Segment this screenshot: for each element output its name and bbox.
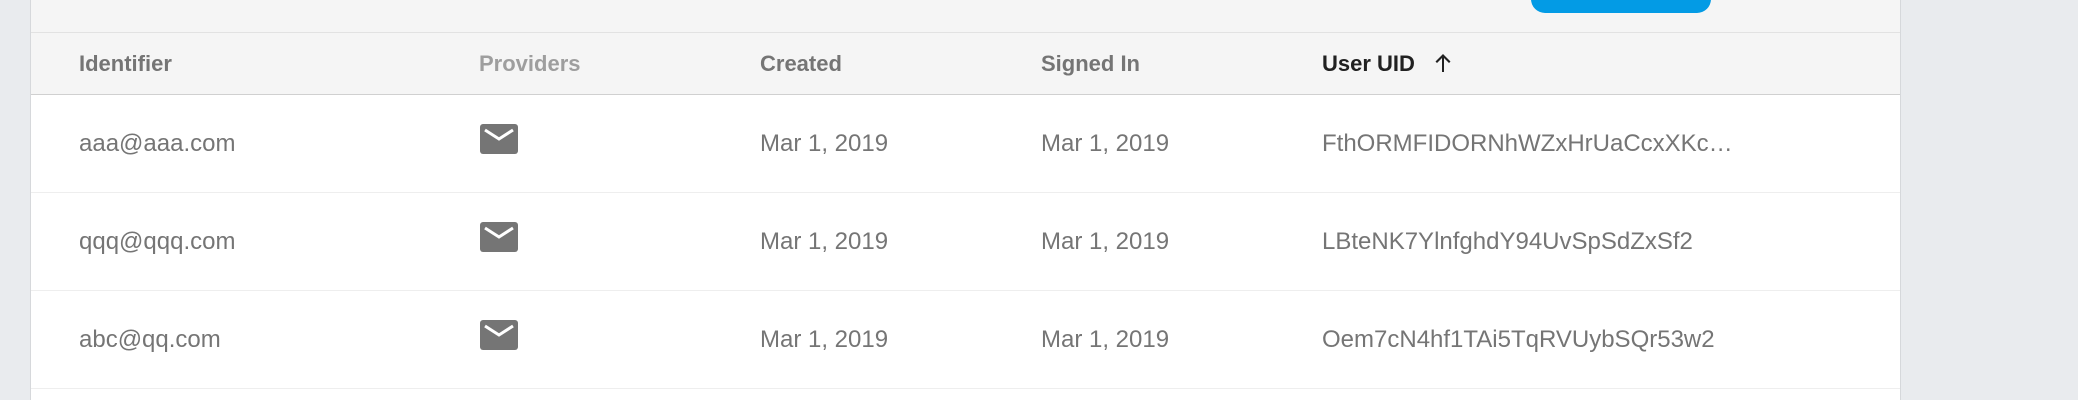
column-header-user-uid[interactable]: User UID — [1322, 33, 1455, 94]
created-cell: Mar 1, 2019 — [760, 228, 889, 255]
column-header-label: Signed In — [1041, 51, 1140, 76]
table-row[interactable]: abc@qq.com Mar 1, 2019 Mar 1, 2019 Oem7c… — [31, 291, 1900, 389]
table-row[interactable]: aaa@aaa.com Mar 1, 2019 Mar 1, 2019 FthO… — [31, 95, 1900, 193]
created-cell: Mar 1, 2019 — [760, 130, 889, 157]
table-header: Identifier Providers Created Signed In U… — [31, 33, 1900, 95]
signed-in-cell: Mar 1, 2019 — [1041, 130, 1170, 157]
arrow-up-icon[interactable] — [1431, 51, 1455, 75]
column-header-label: Identifier — [79, 51, 172, 76]
column-header-identifier[interactable]: Identifier — [79, 33, 172, 94]
signed-in-cell: Mar 1, 2019 — [1041, 228, 1170, 255]
column-header-providers: Providers — [479, 33, 581, 94]
email-icon — [480, 222, 518, 252]
identifier-cell: aaa@aaa.com — [79, 130, 236, 157]
signed-in-cell: Mar 1, 2019 — [1041, 326, 1170, 353]
user-uid-cell: Oem7cN4hf1TAi5TqRVUybSQr53w2 — [1322, 326, 1715, 353]
user-uid-cell: FthORMFIDORNhWZxHrUaCcxXKc… — [1322, 130, 1733, 157]
column-header-signed-in[interactable]: Signed In — [1041, 33, 1140, 94]
identifier-cell: abc@qq.com — [79, 326, 221, 353]
column-header-label: Providers — [479, 51, 581, 76]
column-header-label: User UID — [1322, 51, 1415, 76]
column-header-label: Created — [760, 51, 842, 76]
email-icon — [480, 124, 518, 154]
table-row[interactable]: qqq@qqq.com Mar 1, 2019 Mar 1, 2019 LBte… — [31, 193, 1900, 291]
email-icon — [480, 320, 518, 350]
created-cell: Mar 1, 2019 — [760, 326, 889, 353]
users-table-card: Identifier Providers Created Signed In U… — [30, 0, 1901, 400]
add-user-button[interactable] — [1531, 0, 1711, 13]
identifier-cell: qqq@qqq.com — [79, 228, 236, 255]
column-header-created[interactable]: Created — [760, 33, 842, 94]
user-uid-cell: LBteNK7YlnfghdY94UvSpSdZxSf2 — [1322, 228, 1693, 255]
table-toolbar — [31, 0, 1900, 33]
